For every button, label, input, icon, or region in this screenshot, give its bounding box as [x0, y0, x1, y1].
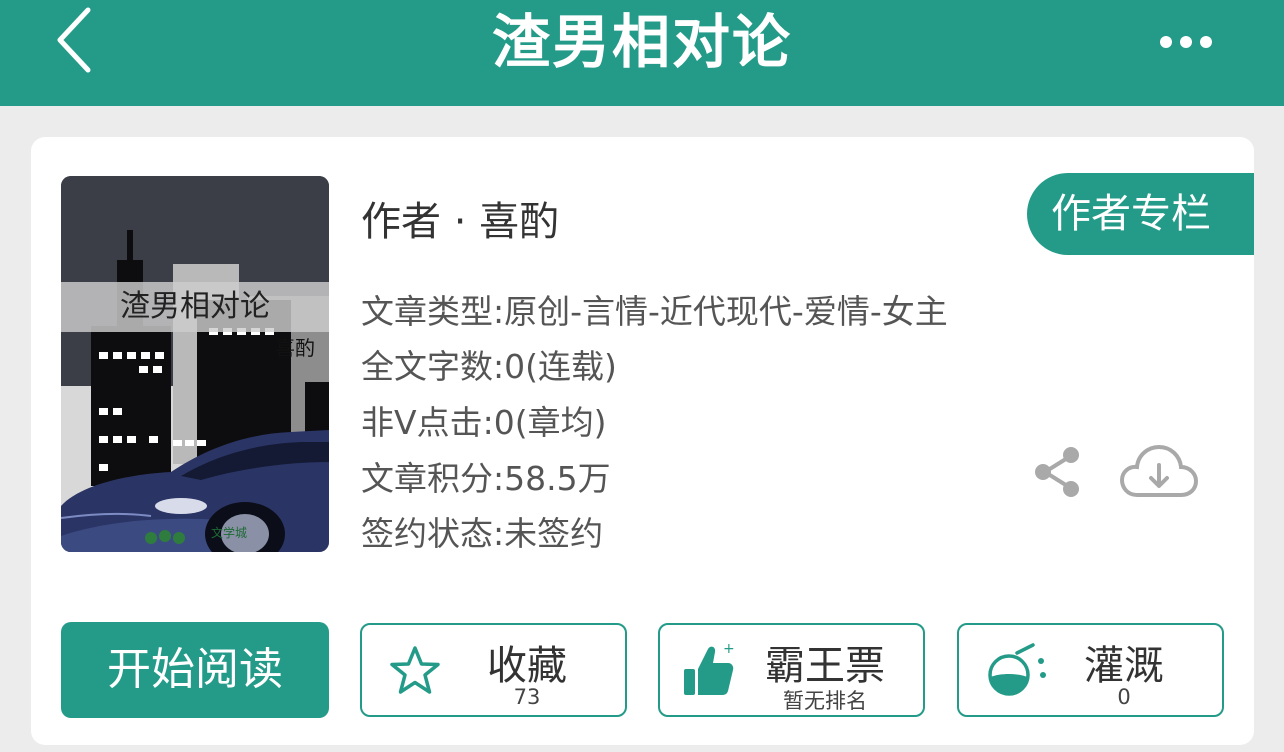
- book-cover-image[interactable]: 渣男相对论 喜酌 文学城: [61, 176, 329, 552]
- start-reading-button[interactable]: 开始阅读: [61, 622, 329, 718]
- favorite-count: 73: [513, 685, 541, 709]
- share-icon[interactable]: [1031, 445, 1083, 499]
- cover-author-text: 喜酌: [275, 336, 315, 360]
- overlord-ticket-button[interactable]: + 霸王票 暂无排名: [658, 623, 925, 717]
- thumbs-up-icon: +: [684, 641, 735, 695]
- star-icon: [390, 646, 440, 694]
- irrigate-label: 灌溉: [1084, 643, 1164, 689]
- info-non-v-clicks: 非Ⅴ点击:0(章均): [361, 403, 607, 442]
- author-column-button[interactable]: 作者专栏: [1027, 173, 1254, 255]
- cloud-download-icon[interactable]: [1119, 443, 1199, 503]
- favorite-label: 收藏: [487, 643, 567, 689]
- irrigate-button[interactable]: 灌溉 0: [957, 623, 1224, 717]
- favorite-button[interactable]: 收藏 73: [360, 623, 627, 717]
- author-name[interactable]: 作者 · 喜酌: [361, 189, 559, 247]
- overlord-ticket-rank: 暂无排名: [783, 689, 867, 713]
- info-word-count: 全文字数:0(连载): [361, 347, 617, 386]
- book-card: 渣男相对论 喜酌 文学城 作者 · 喜酌 作者专栏 文章类型:原创-言情-近代现…: [31, 137, 1254, 745]
- more-dots-icon[interactable]: [1154, 22, 1218, 62]
- top-bar: 渣男相对论: [0, 0, 1284, 106]
- cover-illustration: [61, 176, 329, 552]
- cover-watermark: 文学城: [211, 526, 248, 540]
- info-score: 文章积分:58.5万: [361, 459, 611, 498]
- irrigate-count: 0: [1117, 685, 1131, 709]
- overlord-ticket-label: 霸王票: [765, 643, 885, 689]
- cover-title-text: 渣男相对论: [61, 282, 329, 332]
- info-sign-status: 签约状态:未签约: [361, 514, 604, 553]
- page-title: 渣男相对论: [491, 8, 792, 76]
- svg-text:+: +: [723, 641, 735, 657]
- info-article-type: 文章类型:原创-言情-近代现代-爱情-女主: [361, 292, 948, 331]
